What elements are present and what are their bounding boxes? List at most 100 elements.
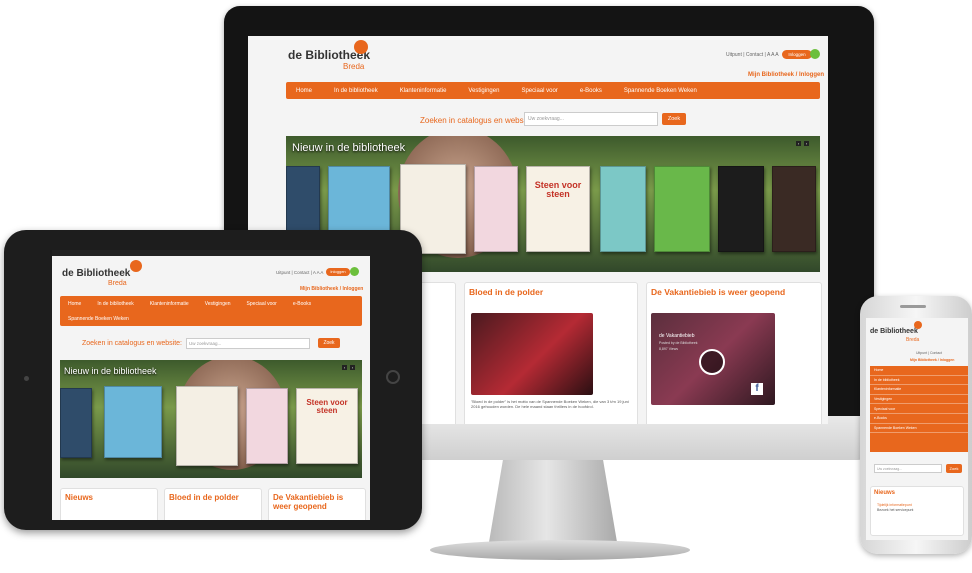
bloed-heading: Bloed in de polder	[469, 287, 544, 297]
logo-sub: Breda	[906, 337, 920, 343]
book-cover[interactable]	[654, 166, 710, 252]
top-links[interactable]: Uitpunt | Contact | A A A	[276, 270, 323, 275]
search-button[interactable]: Zoek	[946, 464, 962, 473]
main-nav: Home In de bibliotheek Klanteninformatie…	[60, 296, 362, 326]
banner-title: Nieuw in de bibliotheek	[64, 366, 157, 376]
search-button[interactable]: Zoek	[662, 113, 686, 125]
search-input[interactable]: Uw zoekvraag...	[874, 464, 942, 473]
login-button[interactable]: Inloggen	[782, 50, 812, 59]
vakantie-heading: De Vakantiebieb is weer geopend	[273, 493, 344, 512]
prev-icon[interactable]: ‹	[796, 141, 801, 146]
play-icon[interactable]	[699, 349, 725, 375]
search-input[interactable]: Uw zoekvraag...	[186, 338, 310, 349]
book-cover[interactable]: Steen voor steen	[526, 166, 590, 252]
news-heading: Nieuws	[874, 490, 896, 496]
search-button[interactable]: Zoek	[318, 338, 340, 348]
book-cover[interactable]	[246, 388, 288, 464]
book-title: Steen voor steen	[534, 180, 582, 199]
video-sub: Posted by de Bibliotheek	[659, 341, 698, 345]
login-link[interactable]: Mijn Bibliotheek / Inloggen	[300, 286, 363, 292]
news-panel: Nieuws Tijdelijk informatiepunt Bezoek h…	[870, 486, 964, 536]
login-button[interactable]: Inloggen	[326, 268, 350, 276]
search-label: Zoeken in catalogus en website:	[82, 340, 183, 347]
site-logo[interactable]: de Bibliotheek	[870, 328, 918, 335]
nav-klanteninformatie[interactable]: Klanteninformatie	[870, 385, 968, 395]
nav-spannende-boeken-weken[interactable]: Spannende Boeken Weken	[870, 424, 968, 434]
book-cover[interactable]	[600, 166, 646, 252]
monitor-base	[430, 540, 690, 560]
news-item-sub: Bezoek het servicepunt	[877, 508, 914, 512]
nav-home[interactable]: Home	[870, 366, 968, 376]
nav-speciaal-voor[interactable]: Speciaal voor	[521, 88, 557, 94]
book-cover[interactable]	[772, 166, 816, 252]
nav-vestigingen[interactable]: Vestigingen	[870, 395, 968, 405]
book-cover[interactable]	[474, 166, 518, 252]
next-icon[interactable]: ›	[350, 365, 355, 370]
nav-speciaal-voor[interactable]: Speciaal voor	[247, 301, 277, 307]
nav-klanteninformatie[interactable]: Klanteninformatie	[400, 88, 447, 94]
bloed-heading: Bloed in de polder	[169, 493, 239, 502]
banner-title: Nieuw in de bibliotheek	[292, 142, 406, 154]
facebook-icon[interactable]: f	[751, 383, 763, 395]
next-icon[interactable]: ›	[804, 141, 809, 146]
nav-klanteninformatie[interactable]: Klanteninformatie	[150, 301, 189, 307]
search-input[interactable]: Uw zoekvraag...	[524, 112, 658, 126]
nav-in-de-bibliotheek[interactable]: In de bibliotheek	[97, 301, 133, 307]
mobile-nav: Home In de bibliotheek Klanteninformatie…	[870, 366, 968, 452]
nav-home[interactable]: Home	[68, 301, 81, 307]
book-cover[interactable]: Steen voor steen	[296, 388, 358, 464]
home-button-icon[interactable]	[386, 370, 400, 384]
login-link[interactable]: Mijn Bibliotheek / Inloggen	[748, 72, 824, 78]
logo-mark-icon	[354, 40, 368, 54]
book-cover[interactable]	[60, 388, 92, 458]
nav-spannende-boeken-weken[interactable]: Spannende Boeken Weken	[68, 316, 129, 322]
bloed-text: "Bloed in de polder" is het motto van de…	[471, 399, 629, 410]
vakantie-heading: De Vakantiebieb is weer geopend	[651, 287, 786, 297]
book-cover[interactable]	[176, 386, 238, 466]
profile-icon[interactable]	[810, 49, 820, 59]
nav-in-de-bibliotheek[interactable]: In de bibliotheek	[334, 88, 378, 94]
logo-mark-icon	[914, 321, 922, 329]
news-heading: Nieuws	[65, 493, 94, 502]
nav-ebooks[interactable]: e-Books	[870, 414, 968, 424]
main-nav: Home In de bibliotheek Klanteninformatie…	[286, 82, 820, 99]
nav-spannende-boeken-weken[interactable]: Spannende Boeken Weken	[624, 88, 697, 94]
nav-vestigingen[interactable]: Vestigingen	[205, 301, 231, 307]
book-cover[interactable]	[104, 386, 162, 458]
nav-speciaal-voor[interactable]: Speciaal voor	[870, 404, 968, 414]
nav-ebooks[interactable]: e-Books	[580, 88, 602, 94]
top-links[interactable]: Uitpunt | Contact	[916, 351, 942, 355]
top-links[interactable]: Uitpunt | Contact | A A A	[726, 52, 779, 58]
news-item[interactable]: Tijdelijk informatiepunt	[877, 503, 912, 508]
video-views: 8,897 Views	[659, 347, 679, 351]
new-books-banner: Nieuw in de bibliotheek ‹ › Steen voor s…	[60, 360, 362, 478]
status-bar	[52, 250, 370, 256]
nav-home[interactable]: Home	[296, 88, 312, 94]
news-panel: Nieuws	[60, 488, 158, 520]
bloed-panel: Bloed in de polder "Bloed in de polder" …	[464, 282, 638, 424]
book-cover[interactable]	[286, 166, 320, 232]
video-player[interactable]: de Vakantiebieb Posted by de Bibliotheek…	[651, 313, 775, 405]
profile-icon[interactable]	[350, 267, 359, 276]
site-logo[interactable]: de Bibliotheek	[62, 268, 130, 279]
bloed-photo[interactable]	[471, 313, 593, 395]
video-caption: de Vakantiebieb	[659, 333, 695, 339]
book-cover[interactable]	[328, 166, 390, 232]
camera-icon	[24, 376, 29, 381]
login-link[interactable]: Mijn Bibliotheek / Inloggen	[910, 358, 954, 362]
logo-sub: Breda	[343, 62, 365, 71]
vakantie-panel: De Vakantiebieb is weer geopend	[268, 488, 366, 520]
logo-main: de Bibliotheek	[870, 328, 918, 335]
prev-icon[interactable]: ‹	[342, 365, 347, 370]
vakantie-panel: De Vakantiebieb is weer geopend de Vakan…	[646, 282, 822, 424]
tablet-screen: de Bibliotheek Breda Uitpunt | Contact |…	[52, 250, 370, 520]
logo-sub: Breda	[108, 280, 127, 287]
nav-in-de-bibliotheek[interactable]: In de bibliotheek	[870, 376, 968, 386]
book-cover[interactable]	[718, 166, 764, 252]
phone-screen: de Bibliotheek Breda Uitpunt | Contact M…	[866, 318, 968, 540]
monitor-stand	[488, 456, 618, 548]
nav-ebooks[interactable]: e-Books	[293, 301, 311, 307]
nav-vestigingen[interactable]: Vestigingen	[468, 88, 499, 94]
logo-main: de Bibliotheek	[62, 268, 131, 279]
bloed-panel: Bloed in de polder	[164, 488, 262, 520]
